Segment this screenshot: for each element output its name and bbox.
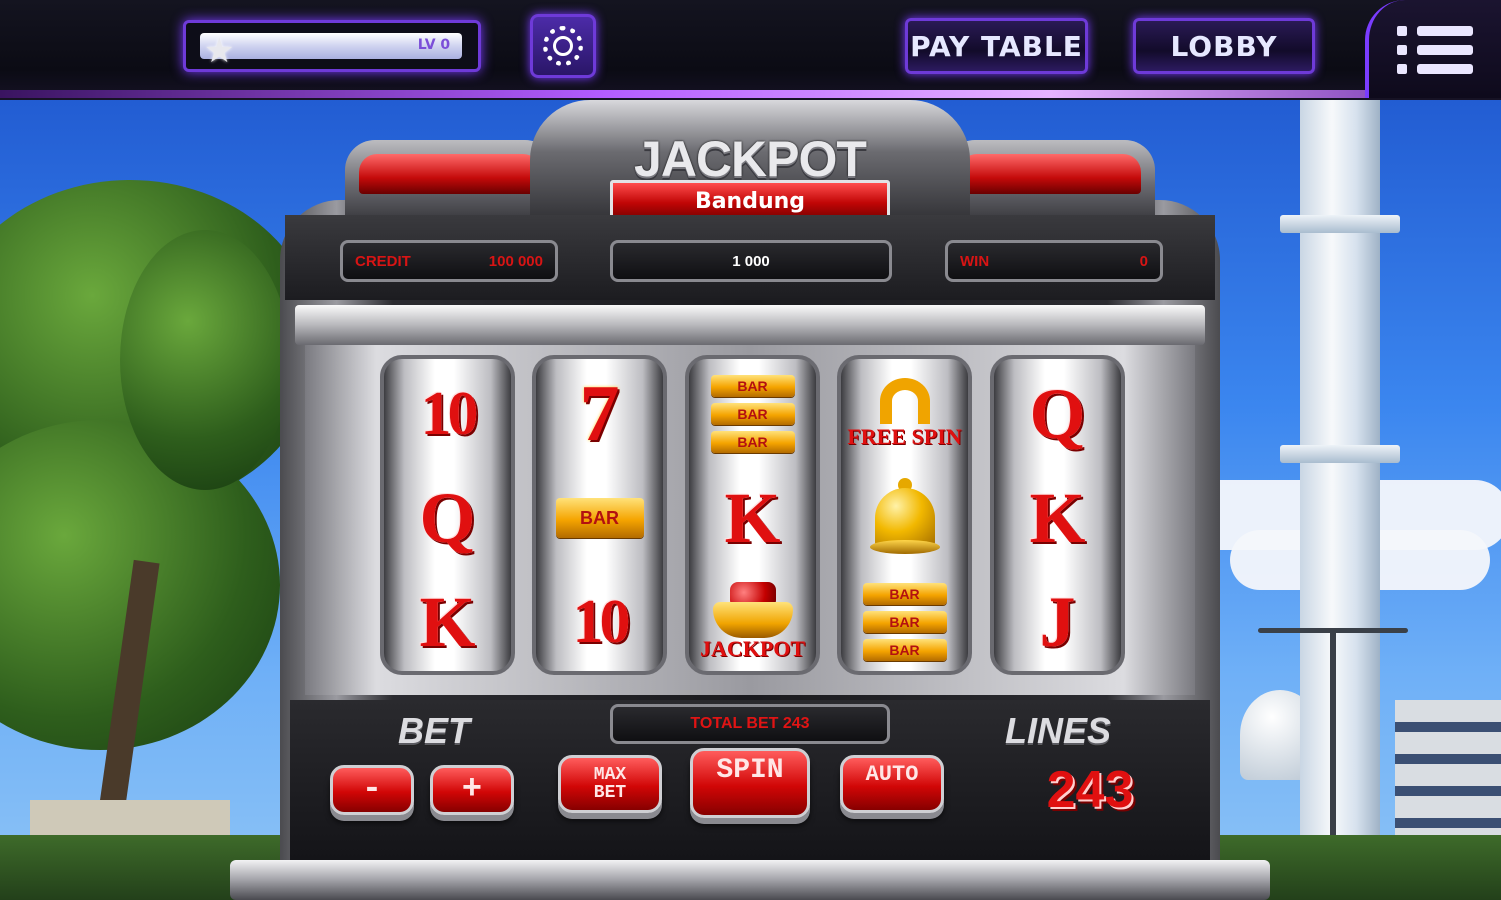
k-symbol: K <box>419 581 476 662</box>
bar-tile: BAR <box>862 639 947 661</box>
gear-icon <box>543 26 583 66</box>
win-label: WIN <box>960 252 990 270</box>
menu-icon <box>1397 22 1477 78</box>
triple-bar-symbol: BAR BAR BAR <box>841 569 968 671</box>
bar-tile: BAR <box>710 375 795 397</box>
reel-1: 10 Q K <box>380 355 515 675</box>
treasure-pot-icon <box>708 582 798 642</box>
horseshoe-icon <box>879 378 930 424</box>
bet-decrease-button[interactable]: - <box>330 765 414 815</box>
bell-icon <box>869 478 940 558</box>
settings-button[interactable] <box>530 14 596 78</box>
win-display: WIN 0 <box>945 240 1163 282</box>
q-symbol: Q <box>1029 373 1086 454</box>
max-bet-button[interactable]: MAX BET <box>558 755 662 813</box>
bar-tile: BAR <box>710 431 795 453</box>
max-bet-label-line2: BET <box>593 783 627 803</box>
reel-2: 7 BAR 10 <box>532 355 667 675</box>
win-value: 0 <box>1139 252 1148 270</box>
credit-label: CREDIT <box>355 252 411 270</box>
bar-tile: BAR <box>862 611 947 633</box>
xp-level-bar: ★ LV 0 <box>183 20 481 72</box>
jackpot-symbol: JACKPOT <box>689 569 816 671</box>
max-bet-label-line1: MAX <box>593 765 627 785</box>
lines-label: LINES <box>1005 710 1112 751</box>
bar-symbol: BAR <box>536 465 663 571</box>
minaret <box>1280 100 1400 900</box>
bar-tile: BAR <box>555 498 644 538</box>
pay-table-button[interactable]: PAY TABLE <box>905 18 1088 74</box>
menu-button[interactable] <box>1365 0 1501 98</box>
free-spin-symbol: FREE SPIN <box>841 361 968 467</box>
jackpot-value: 1 000 <box>732 252 770 270</box>
bar-tile: BAR <box>710 403 795 425</box>
ten-symbol: 10 <box>572 587 631 656</box>
lobby-button[interactable]: LOBBY <box>1133 18 1315 74</box>
j-symbol: J <box>1039 581 1076 662</box>
star-icon: ★ <box>204 31 235 71</box>
spin-button[interactable]: SPIN <box>690 748 810 818</box>
jackpot-display: 1 000 <box>610 240 892 282</box>
reel-3: BAR BAR BAR K JACKPOT <box>685 355 820 675</box>
top-bar: ★ LV 0 PAY TABLE LOBBY <box>0 0 1501 100</box>
k-symbol: K <box>724 477 781 558</box>
lines-value: 243 <box>1046 761 1134 819</box>
q-symbol: Q <box>419 477 476 558</box>
bell-symbol <box>841 465 968 571</box>
total-bet-display: TOTAL BET 243 <box>610 704 890 744</box>
reel-4: FREE SPIN BAR BAR BAR <box>837 355 972 675</box>
xp-progress-fill: ★ LV 0 <box>200 33 463 69</box>
credit-value: 100 000 <box>488 252 543 270</box>
free-spin-label: FREE SPIN <box>847 424 962 449</box>
credit-display: CREDIT 100 000 <box>340 240 558 282</box>
bet-increase-button[interactable]: + <box>430 765 514 815</box>
ten-symbol: 10 <box>420 379 479 448</box>
bar-tile: BAR <box>862 583 947 605</box>
seven-symbol: 7 <box>579 369 620 458</box>
reel-5: QKJ <box>990 355 1125 675</box>
triple-bar-symbol: BAR BAR BAR <box>689 361 816 467</box>
slot-machine: JACKPOT Bandung CREDIT 100 000 1 000 WIN… <box>230 100 1270 900</box>
k-symbol: K <box>1029 477 1086 558</box>
auto-spin-button[interactable]: AUTO <box>840 755 944 813</box>
bet-label: BET <box>398 710 470 751</box>
level-label: LV 0 <box>417 37 451 53</box>
